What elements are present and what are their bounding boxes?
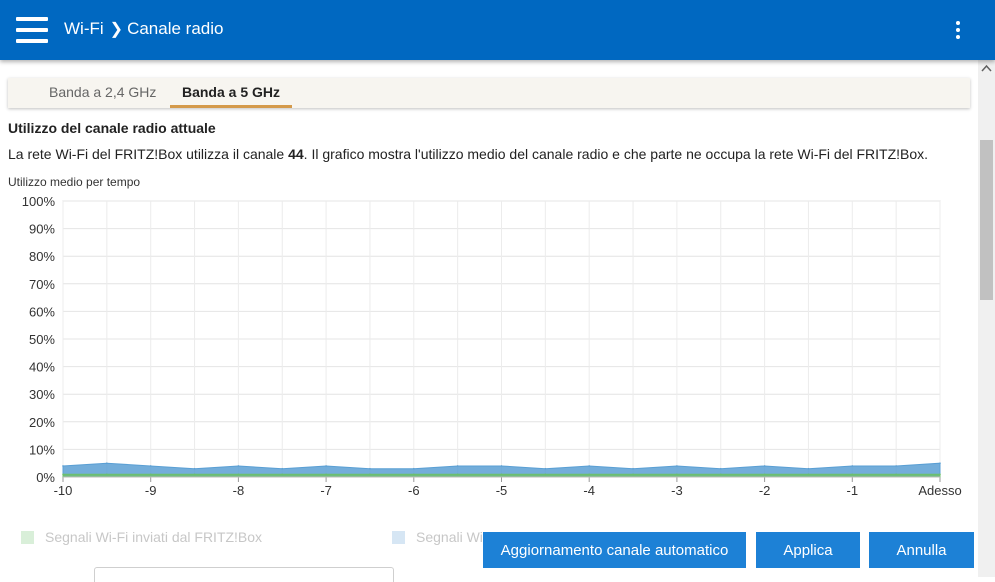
data-point [193, 467, 196, 470]
data-point [895, 465, 897, 467]
data-point [325, 465, 327, 467]
y-tick-label: 100% [22, 194, 56, 209]
legend-swatch-green [21, 530, 34, 544]
data-point [281, 467, 284, 470]
y-tick-label: 20% [29, 415, 55, 430]
data-point [456, 473, 459, 476]
utilization-chart: 0% 10% 20% 30% 40% 50% 60% 70% 80% 90% 100% -10 -9 -8… [22, 194, 962, 498]
menu-icon[interactable] [16, 17, 48, 43]
chart-label: Utilizzo medio per tempo [8, 175, 141, 189]
tab-2-4-ghz[interactable]: Banda a 2,4 GHz [49, 84, 156, 100]
x-tick-label: Adesso [918, 483, 961, 498]
partial-input-field[interactable] [94, 567, 394, 582]
chevron-right-icon: ❯ [109, 21, 124, 38]
auto-channel-update-button[interactable]: Aggiornamento canale automatico [483, 532, 746, 568]
data-point [676, 465, 678, 467]
breadcrumb-wifi[interactable]: Wi-Fi [64, 19, 104, 39]
data-point [281, 473, 284, 476]
data-point [237, 473, 240, 476]
x-tick-label: -2 [759, 483, 771, 498]
data-point [62, 473, 64, 476]
desc-after: . Il grafico mostra l'utilizzo medio del… [303, 146, 929, 162]
data-point [544, 467, 547, 470]
data-point [763, 473, 766, 476]
section-title: Utilizzo del canale radio attuale [8, 120, 216, 136]
legend-label: Segnali Wi-Fi inviati dal FRITZ!Box [45, 529, 263, 545]
x-tick-label: -8 [233, 483, 245, 498]
data-point [939, 473, 941, 476]
data-point [807, 473, 810, 476]
tab-5-ghz[interactable]: Banda a 5 GHz [170, 84, 292, 108]
data-point [237, 465, 240, 467]
top-bar: Wi-Fi ❯ Canale radio [0, 0, 995, 60]
y-tick-label: 40% [29, 360, 55, 375]
x-tick-label: -9 [145, 483, 157, 498]
y-tick-label: 0% [36, 470, 55, 485]
data-point [193, 473, 196, 476]
scroll-thumb[interactable] [980, 140, 993, 300]
scroll-up-icon[interactable] [978, 60, 995, 77]
y-tick-label: 70% [29, 277, 55, 292]
scrollbar[interactable] [978, 60, 995, 577]
cancel-button[interactable]: Annulla [869, 532, 974, 568]
data-point [588, 473, 590, 476]
band-tabs: Banda a 2,4 GHz Banda a 5 GHz [8, 78, 970, 108]
y-tick-label: 60% [29, 304, 55, 319]
data-point [939, 462, 941, 465]
data-point [807, 467, 810, 470]
channel-description: La rete Wi-Fi del FRITZ!Box utilizza il … [8, 146, 928, 162]
data-point [149, 473, 152, 476]
breadcrumb: Wi-Fi ❯ Canale radio [64, 19, 223, 39]
data-point [456, 465, 459, 467]
data-point [632, 473, 634, 476]
data-point [62, 465, 64, 467]
more-options-icon[interactable] [950, 20, 966, 40]
breadcrumb-current: Canale radio [127, 19, 224, 38]
apply-button[interactable]: Applica [756, 532, 860, 568]
data-point [632, 467, 634, 470]
data-point [588, 465, 590, 467]
data-point [149, 465, 152, 467]
x-tick-label: -1 [847, 483, 859, 498]
data-point [500, 465, 503, 467]
data-point [413, 467, 415, 470]
legend-item-fritzbox: Segnali Wi-Fi inviati dal FRITZ!Box [21, 529, 262, 545]
data-point [719, 467, 722, 470]
x-tick-label: -10 [54, 483, 73, 498]
x-tick-label: -5 [496, 483, 508, 498]
desc-before: La rete Wi-Fi del FRITZ!Box utilizza il … [8, 146, 289, 162]
data-point [369, 467, 371, 470]
x-tick-label: -6 [408, 483, 420, 498]
data-point [895, 473, 897, 476]
y-tick-label: 90% [29, 222, 55, 237]
data-point [676, 473, 678, 476]
legend-swatch-blue [392, 530, 405, 544]
y-tick-label: 30% [29, 387, 55, 402]
data-point [106, 462, 108, 465]
data-point [106, 473, 108, 476]
data-point [500, 473, 503, 476]
x-tick-label: -7 [320, 483, 332, 498]
x-tick-label: -4 [583, 483, 595, 498]
y-tick-label: 50% [29, 332, 55, 347]
data-point [763, 465, 766, 467]
y-tick-label: 10% [29, 442, 55, 457]
data-point [851, 465, 854, 467]
data-point [325, 473, 327, 476]
data-point [369, 473, 371, 476]
data-point [413, 473, 415, 476]
channel-number: 44 [288, 146, 304, 162]
x-tick-label: -3 [671, 483, 683, 498]
y-tick-label: 80% [29, 249, 55, 264]
data-point [719, 473, 722, 476]
data-point [544, 473, 547, 476]
data-point [851, 473, 854, 476]
